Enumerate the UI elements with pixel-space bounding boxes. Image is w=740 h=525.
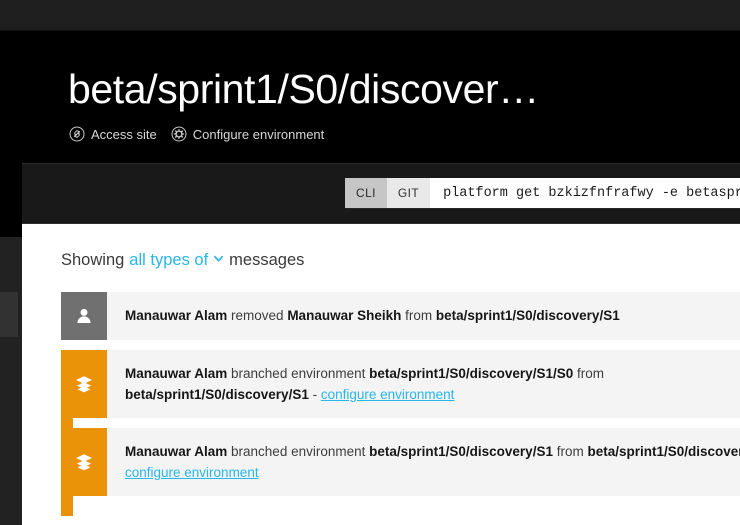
configure-environment-row-link[interactable]: configure environment — [321, 387, 455, 402]
sidebar-active-item[interactable] — [0, 292, 18, 337]
activity-rows: Manauwar Alam removed Manauwar Sheikh fr… — [61, 292, 740, 516]
table-row[interactable]: Manauwar Alam branched environment beta/… — [61, 428, 740, 516]
activity-target: beta/sprint1/S0/discovery/S1/S0 — [369, 366, 574, 381]
table-row[interactable]: Manauwar Alam removed Manauwar Sheikh fr… — [61, 292, 740, 340]
tab-cli[interactable]: CLI — [345, 178, 387, 208]
command-box: CLI GIT platform get bzkizfnfrafwy -e be… — [345, 178, 740, 208]
tab-git[interactable]: GIT — [386, 178, 431, 208]
activity-target: Manauwar Sheikh — [287, 308, 402, 323]
activity-source: beta/sprint1/S0/discovery — [587, 444, 740, 459]
layers-icon — [76, 454, 92, 471]
activity-connector: from — [401, 308, 436, 323]
user-icon — [77, 308, 91, 323]
activity-source: beta/sprint1/S0/discovery/S1 — [435, 308, 620, 323]
activity-badge — [61, 428, 107, 516]
link-circle-icon — [69, 126, 85, 142]
activity-message: Manauwar Alam branched environment beta/… — [107, 350, 740, 418]
activity-source: beta/sprint1/S0/discovery/S1 — [125, 387, 309, 402]
activity-message-line-1: Manauwar Alam branched environment beta/… — [125, 441, 740, 462]
showing-prefix-label: Showing — [61, 251, 125, 269]
activity-actor: Manauwar Alam — [125, 444, 228, 459]
page-title: beta/sprint1/S0/discover… — [68, 66, 539, 112]
activity-message: Manauwar Alam removed Manauwar Sheikh fr… — [107, 292, 634, 339]
table-row[interactable]: Manauwar Alam branched environment beta/… — [61, 350, 740, 438]
sidebar-lower-section — [0, 237, 22, 525]
activity-separator: - — [308, 387, 321, 402]
header-action-links: Access site Configure environment — [69, 126, 324, 142]
layers-icon — [76, 376, 92, 393]
command-input[interactable]: platform get bzkizfnfrafwy -e betaspri — [430, 178, 740, 208]
activity-action: removed — [227, 308, 288, 323]
feed-filter-line: Showing all types of messages — [61, 251, 304, 270]
activity-actor: Manauwar Alam — [125, 366, 228, 381]
activity-badge — [61, 292, 107, 340]
message-type-filter[interactable]: all types of — [129, 251, 208, 270]
activity-message: Manauwar Alam branched environment beta/… — [107, 428, 740, 496]
access-site-label: Access site — [91, 126, 157, 142]
chevron-down-icon[interactable] — [213, 250, 224, 262]
showing-suffix-label: messages — [229, 251, 305, 269]
command-strip: CLI GIT platform get bzkizfnfrafwy -e be… — [22, 164, 740, 224]
access-site-link[interactable]: Access site — [69, 126, 157, 142]
activity-badge — [61, 350, 107, 438]
activity-connector: from — [552, 444, 588, 459]
activity-connector: from — [573, 366, 604, 381]
activity-action: branched environment — [227, 444, 370, 459]
activity-actor: Manauwar Alam — [125, 308, 228, 323]
activity-feed: Showing all types of messages Manauwar A… — [22, 224, 740, 525]
activity-target: beta/sprint1/S0/discovery/S1 — [369, 444, 553, 459]
activity-action: branched environment — [227, 366, 370, 381]
app-window: beta/sprint1/S0/discover… Access site Co… — [0, 0, 740, 525]
gear-circle-icon — [171, 126, 187, 142]
top-chrome-bar — [0, 0, 740, 31]
configure-environment-label: Configure environment — [192, 126, 325, 142]
configure-environment-link[interactable]: Configure environment — [171, 126, 325, 142]
configure-environment-row-link[interactable]: configure environment — [125, 465, 259, 480]
left-sidebar-rail[interactable] — [0, 31, 22, 525]
project-header: beta/sprint1/S0/discover… Access site Co… — [22, 31, 740, 164]
badge-flag-tail — [61, 496, 73, 516]
